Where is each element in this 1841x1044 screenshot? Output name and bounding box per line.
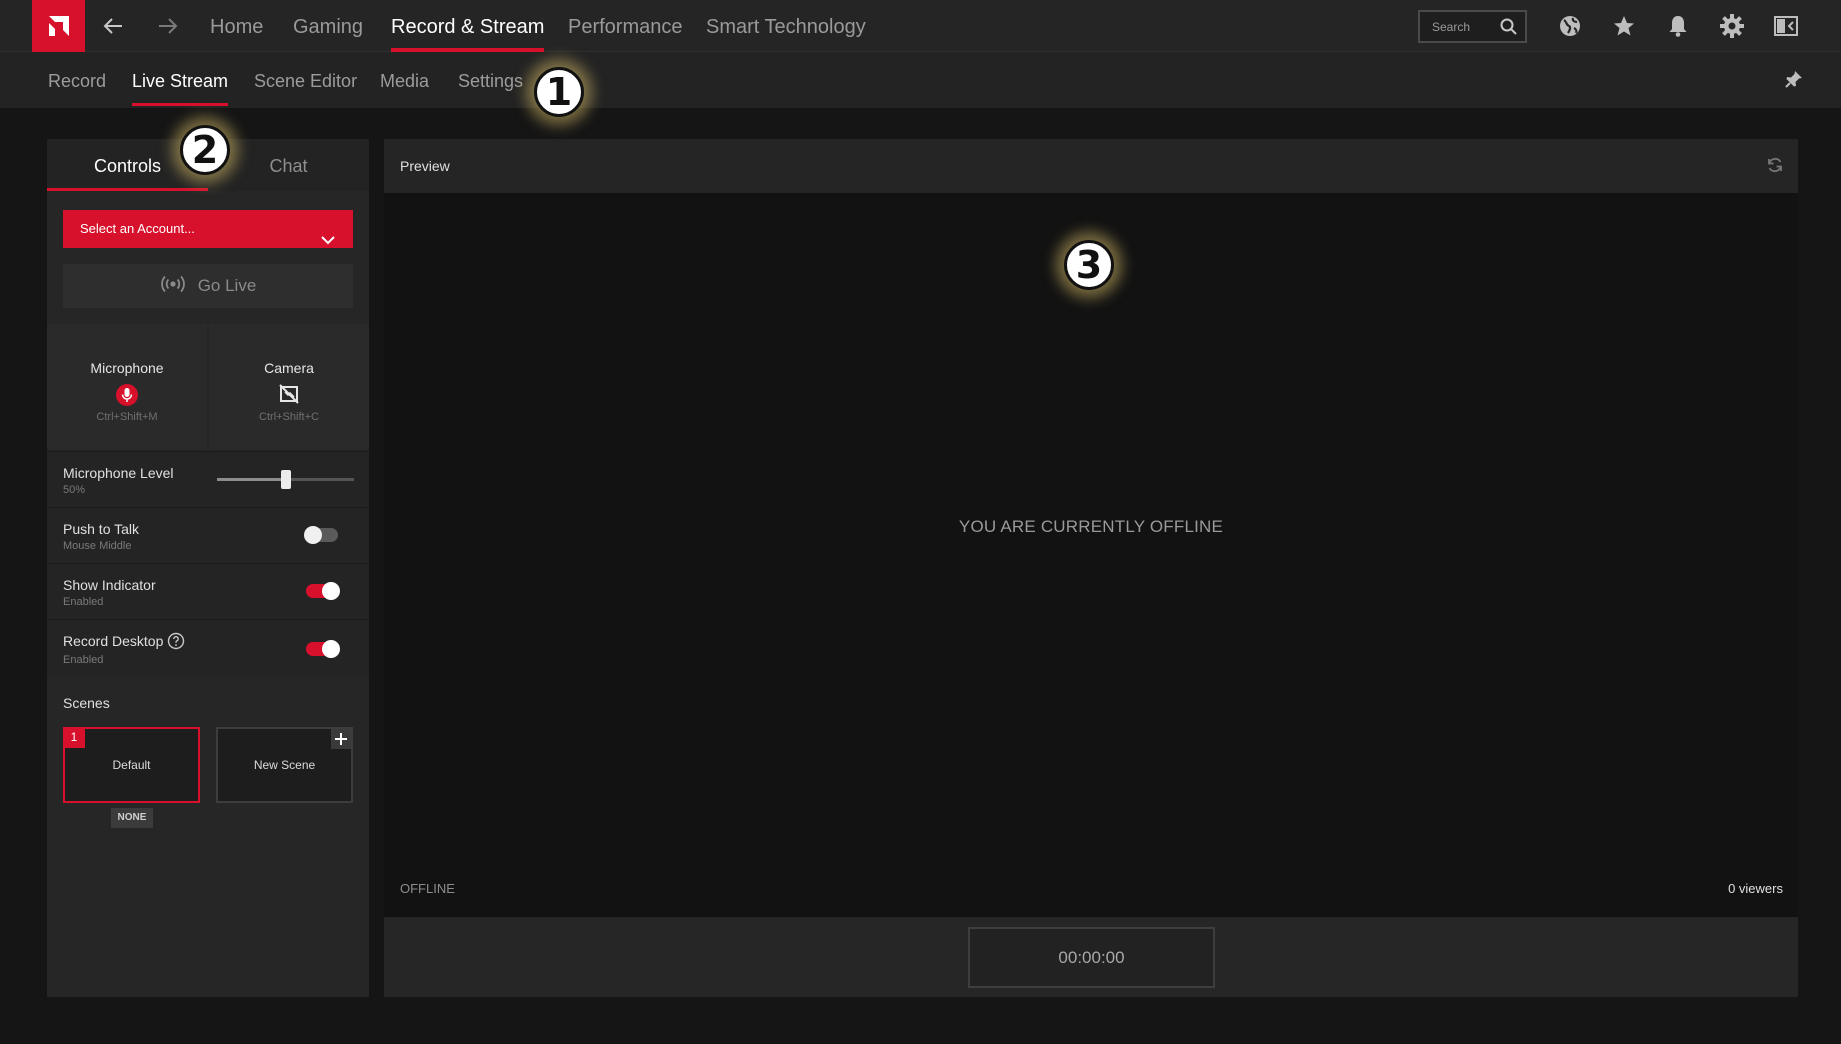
slider-thumb[interactable] [280, 470, 291, 489]
microphone-level-row: Microphone Level 50% [47, 451, 369, 506]
subtab-scene-editor[interactable]: Scene Editor [254, 52, 357, 106]
tab-performance[interactable]: Performance [568, 0, 683, 52]
callout-marker-3: 3 [1064, 240, 1114, 290]
toggle-knob [304, 526, 322, 544]
preview-title: Preview [400, 158, 450, 174]
scenes-heading: Scenes [63, 695, 110, 711]
amd-logo-icon[interactable] [32, 0, 85, 52]
account-select-label: Select an Account... [80, 221, 195, 236]
subtab-media[interactable]: Media [380, 52, 429, 106]
microphone-icon [47, 384, 207, 406]
plus-icon[interactable] [331, 729, 351, 749]
push-to-talk-label: Push to Talk [63, 521, 140, 537]
camera-off-icon [209, 384, 369, 404]
show-indicator-sub: Enabled [63, 596, 104, 608]
back-arrow-icon[interactable] [101, 14, 125, 38]
refresh-icon[interactable] [1766, 156, 1784, 179]
scene-name: Default [112, 758, 151, 772]
tab-record-and-stream[interactable]: Record & Stream [391, 0, 545, 52]
search-icon[interactable] [1500, 18, 1517, 40]
broadcast-icon [160, 275, 186, 298]
stream-timer: 00:00:00 [968, 927, 1215, 988]
toggle-knob [322, 640, 340, 658]
sidebar-toggle-icon[interactable] [1773, 13, 1799, 39]
microphone-toggle[interactable]: Microphone Ctrl+Shift+M [47, 324, 207, 449]
push-to-talk-toggle[interactable] [304, 526, 338, 544]
new-scene-card[interactable]: New Scene [216, 727, 353, 803]
camera-label: Camera [264, 360, 314, 376]
sub-navigation-bar: Record Live Stream Scene Editor Media Se… [0, 52, 1841, 108]
star-icon[interactable] [1611, 13, 1637, 39]
globe-icon[interactable] [1557, 13, 1583, 39]
subtab-settings[interactable]: Settings [458, 52, 523, 106]
scene-card-default[interactable]: 1 Default [63, 727, 200, 803]
tab-smart-technology[interactable]: Smart Technology [706, 0, 866, 52]
media-toggles: Microphone Ctrl+Shift+M Camera Ctrl+Shif… [47, 324, 369, 449]
new-scene-label: New Scene [253, 758, 316, 772]
subtab-record[interactable]: Record [48, 52, 106, 106]
tab-gaming[interactable]: Gaming [293, 0, 363, 52]
account-select-dropdown[interactable]: Select an Account... [63, 210, 353, 248]
forward-arrow-icon[interactable] [156, 14, 180, 38]
microphone-level-value: 50% [63, 484, 86, 496]
record-desktop-sub: Enabled [63, 654, 104, 666]
stream-controls-panel: Controls Chat Select an Account... Go Li… [47, 139, 369, 997]
show-indicator-label: Show Indicator [63, 577, 156, 593]
tab-chat[interactable]: Chat [208, 139, 369, 191]
pin-icon[interactable] [1785, 70, 1803, 93]
viewer-count: 0 viewers [1728, 881, 1783, 896]
search-input[interactable] [1432, 18, 1498, 36]
toggle-knob [322, 582, 340, 600]
go-live-label: Go Live [197, 276, 257, 295]
record-desktop-row: Record Desktop Enabled [47, 619, 369, 677]
gear-icon[interactable] [1719, 13, 1745, 39]
preview-header: Preview [384, 139, 1798, 193]
push-to-talk-row: Push to Talk Mouse Middle [47, 507, 369, 562]
subtab-live-stream[interactable]: Live Stream [132, 52, 229, 106]
show-indicator-row: Show Indicator Enabled [47, 563, 369, 618]
search-box[interactable] [1418, 10, 1527, 43]
scene-badge: NONE [111, 808, 153, 828]
scene-number: 1 [63, 727, 85, 748]
camera-toggle[interactable]: Camera Ctrl+Shift+C [209, 324, 369, 449]
notification-bell-icon[interactable] [1665, 13, 1691, 39]
show-indicator-toggle[interactable] [306, 582, 340, 600]
record-desktop-toggle[interactable] [306, 640, 340, 658]
chevron-down-icon [321, 222, 335, 260]
record-desktop-label: Record Desktop [63, 633, 164, 649]
help-icon[interactable] [167, 632, 185, 655]
go-live-button[interactable]: Go Live [63, 264, 353, 308]
microphone-level-slider[interactable] [217, 470, 354, 489]
microphone-label: Microphone [90, 360, 164, 376]
microphone-level-label: Microphone Level [63, 465, 174, 481]
microphone-hotkey: Ctrl+Shift+M [96, 411, 158, 423]
camera-hotkey: Ctrl+Shift+C [259, 411, 319, 423]
push-to-talk-sub: Mouse Middle [63, 540, 132, 552]
top-navigation-bar: Home Gaming Record & Stream Performance … [0, 0, 1841, 52]
tab-home[interactable]: Home [210, 0, 263, 52]
slider-fill [217, 478, 286, 481]
callout-marker-2: 2 [180, 125, 230, 175]
offline-message: YOU ARE CURRENTLY OFFLINE [958, 517, 1224, 536]
stream-status: OFFLINE [400, 881, 455, 896]
callout-marker-1: 1 [534, 67, 584, 117]
preview-footer: 00:00:00 [384, 917, 1798, 997]
